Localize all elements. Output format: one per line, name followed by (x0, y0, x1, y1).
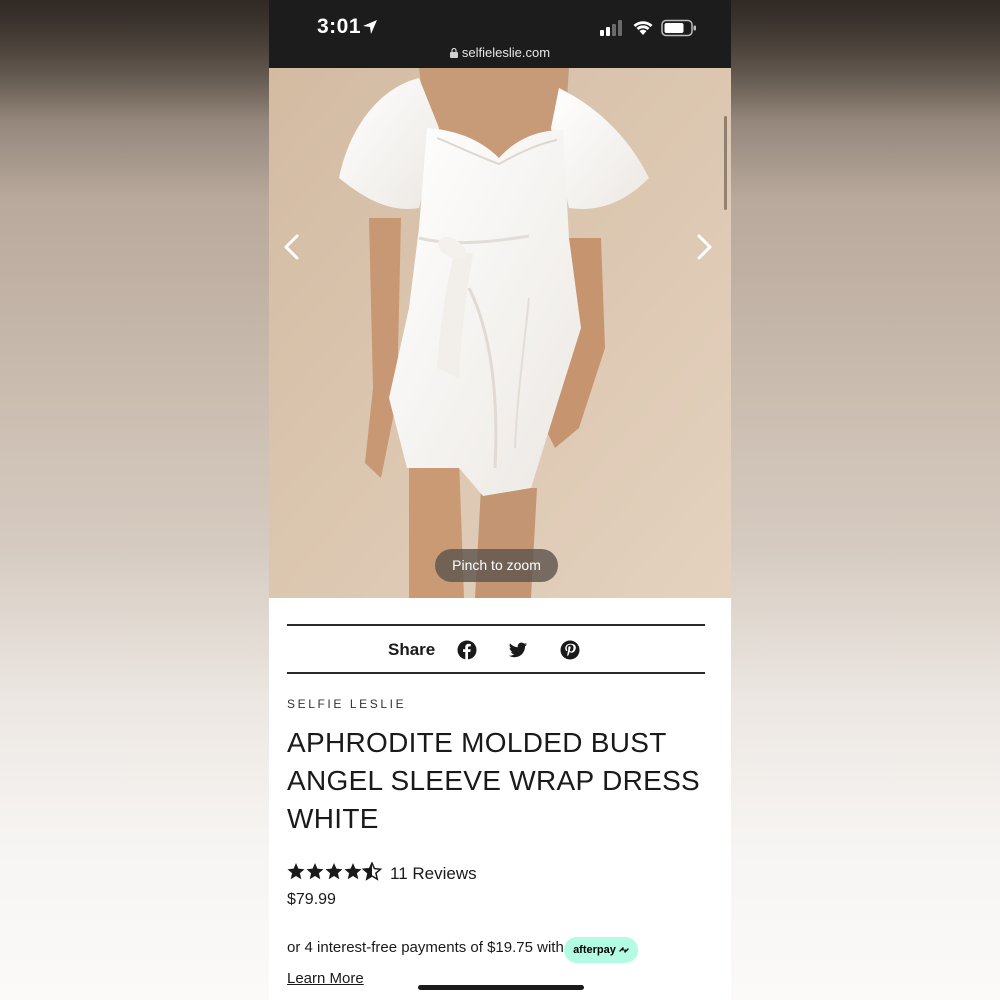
star-icon (325, 863, 343, 880)
product-price: $79.99 (287, 891, 336, 908)
next-image-arrow-icon[interactable] (689, 230, 719, 264)
star-icon (306, 863, 324, 880)
star-icon (287, 863, 305, 880)
cellular-signal-icon (600, 20, 622, 36)
pinch-to-zoom-hint: Pinch to zoom (435, 549, 558, 582)
location-arrow-icon (363, 20, 377, 34)
share-bar: Share (287, 624, 705, 674)
star-icon (344, 863, 362, 880)
url-bar[interactable]: selfieleslie.com (269, 45, 731, 60)
pinterest-icon[interactable] (560, 640, 580, 660)
twitter-icon[interactable] (508, 640, 528, 660)
clock: 3:01 (317, 15, 362, 38)
star-rating[interactable] (287, 862, 383, 882)
home-indicator[interactable] (418, 985, 584, 990)
afterpay-label: afterpay (573, 944, 616, 956)
learn-more-link[interactable]: Learn More (287, 970, 364, 987)
wifi-icon (633, 21, 653, 35)
previous-image-arrow-icon[interactable] (277, 230, 307, 264)
reviews-link[interactable]: 11 Reviews (390, 864, 477, 884)
installment-text: or 4 interest-free payments of $19.75 wi… (287, 939, 564, 956)
backdrop-right (731, 0, 1000, 1000)
lock-icon (449, 48, 458, 58)
afterpay-badge[interactable]: afterpay (564, 937, 638, 963)
scroll-indicator[interactable] (724, 116, 727, 210)
url-text: selfieleslie.com (461, 45, 551, 60)
share-label: Share (388, 640, 436, 659)
battery-icon (661, 19, 696, 37)
facebook-icon[interactable] (457, 640, 477, 660)
status-bar: 3:01 selfieleslie.com (269, 0, 731, 68)
product-photo[interactable] (269, 68, 731, 598)
product-gallery[interactable]: Pinch to zoom (269, 68, 731, 598)
product-title: APHRODITE MOLDED BUST ANGEL SLEEVE WRAP … (287, 727, 701, 834)
phone-screen: 3:01 selfieleslie.com Pinch to zoom Shar… (269, 0, 731, 1000)
backdrop-left (0, 0, 269, 1000)
vendor-name[interactable]: SELFIE LESLIE (287, 697, 406, 711)
afterpay-arrows-icon (619, 947, 629, 953)
